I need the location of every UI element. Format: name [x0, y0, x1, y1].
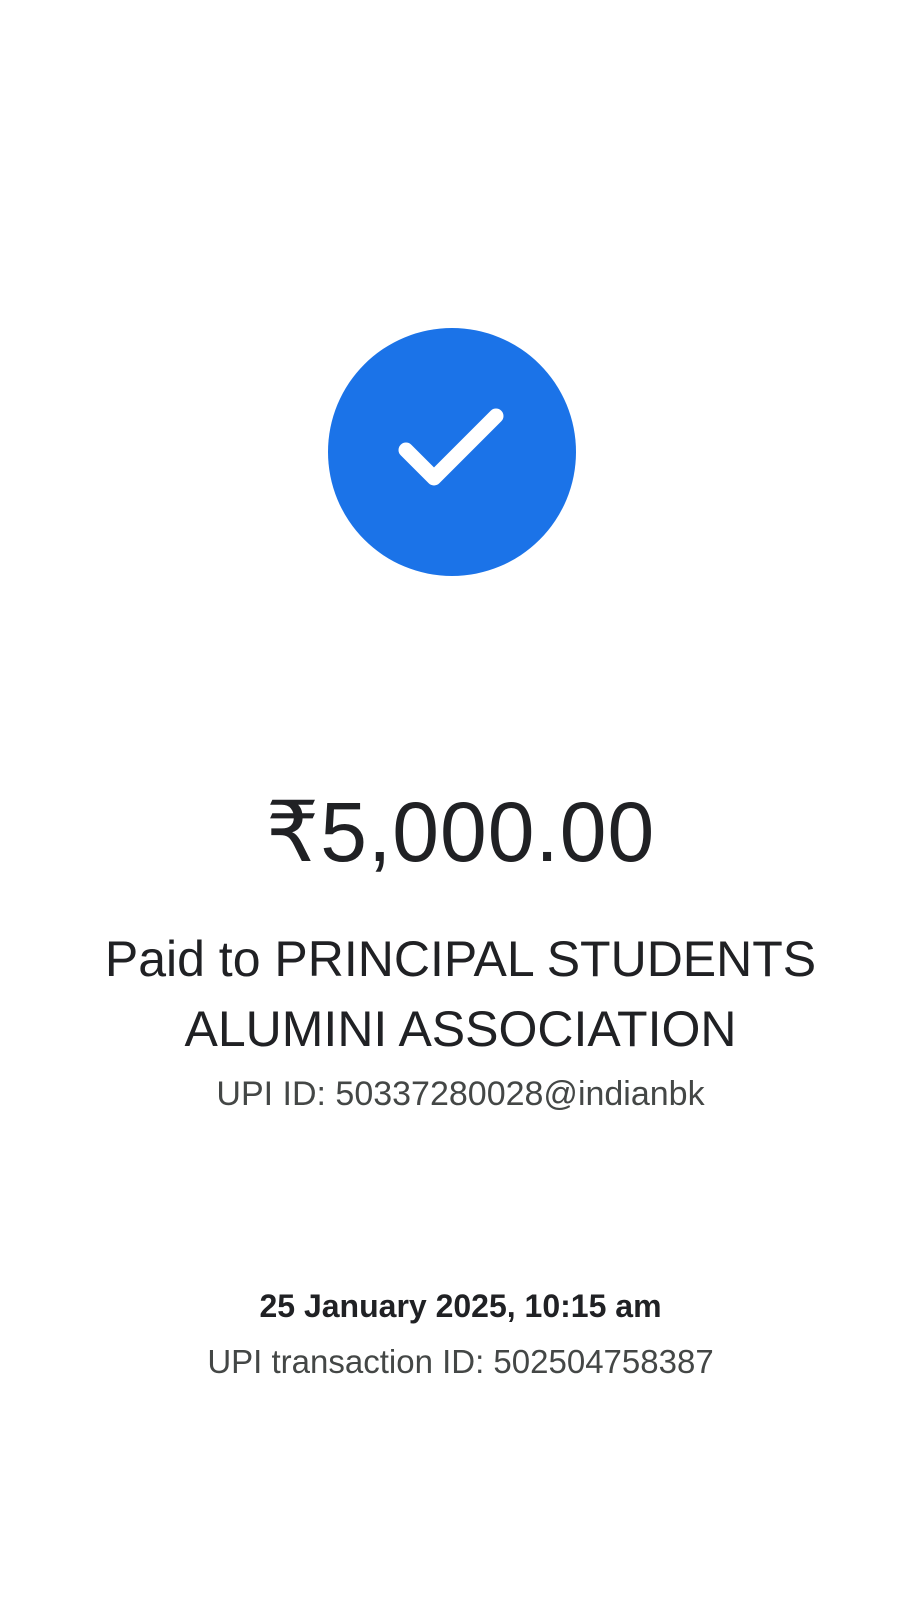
upi-transaction-id: UPI transaction ID: 502504758387 [207, 1343, 714, 1380]
checkmark-icon [398, 408, 504, 486]
payment-amount: ₹5,000.00 [265, 785, 656, 879]
payment-success-badge [328, 328, 576, 576]
transaction-datetime: 25 January 2025, 10:15 am [259, 1288, 662, 1324]
payee-upi-id: UPI ID: 50337280028@indianbk [216, 1075, 705, 1113]
payee-name: Paid to PRINCIPAL STUDENTS ALUMINI ASSOC… [104, 931, 817, 1057]
